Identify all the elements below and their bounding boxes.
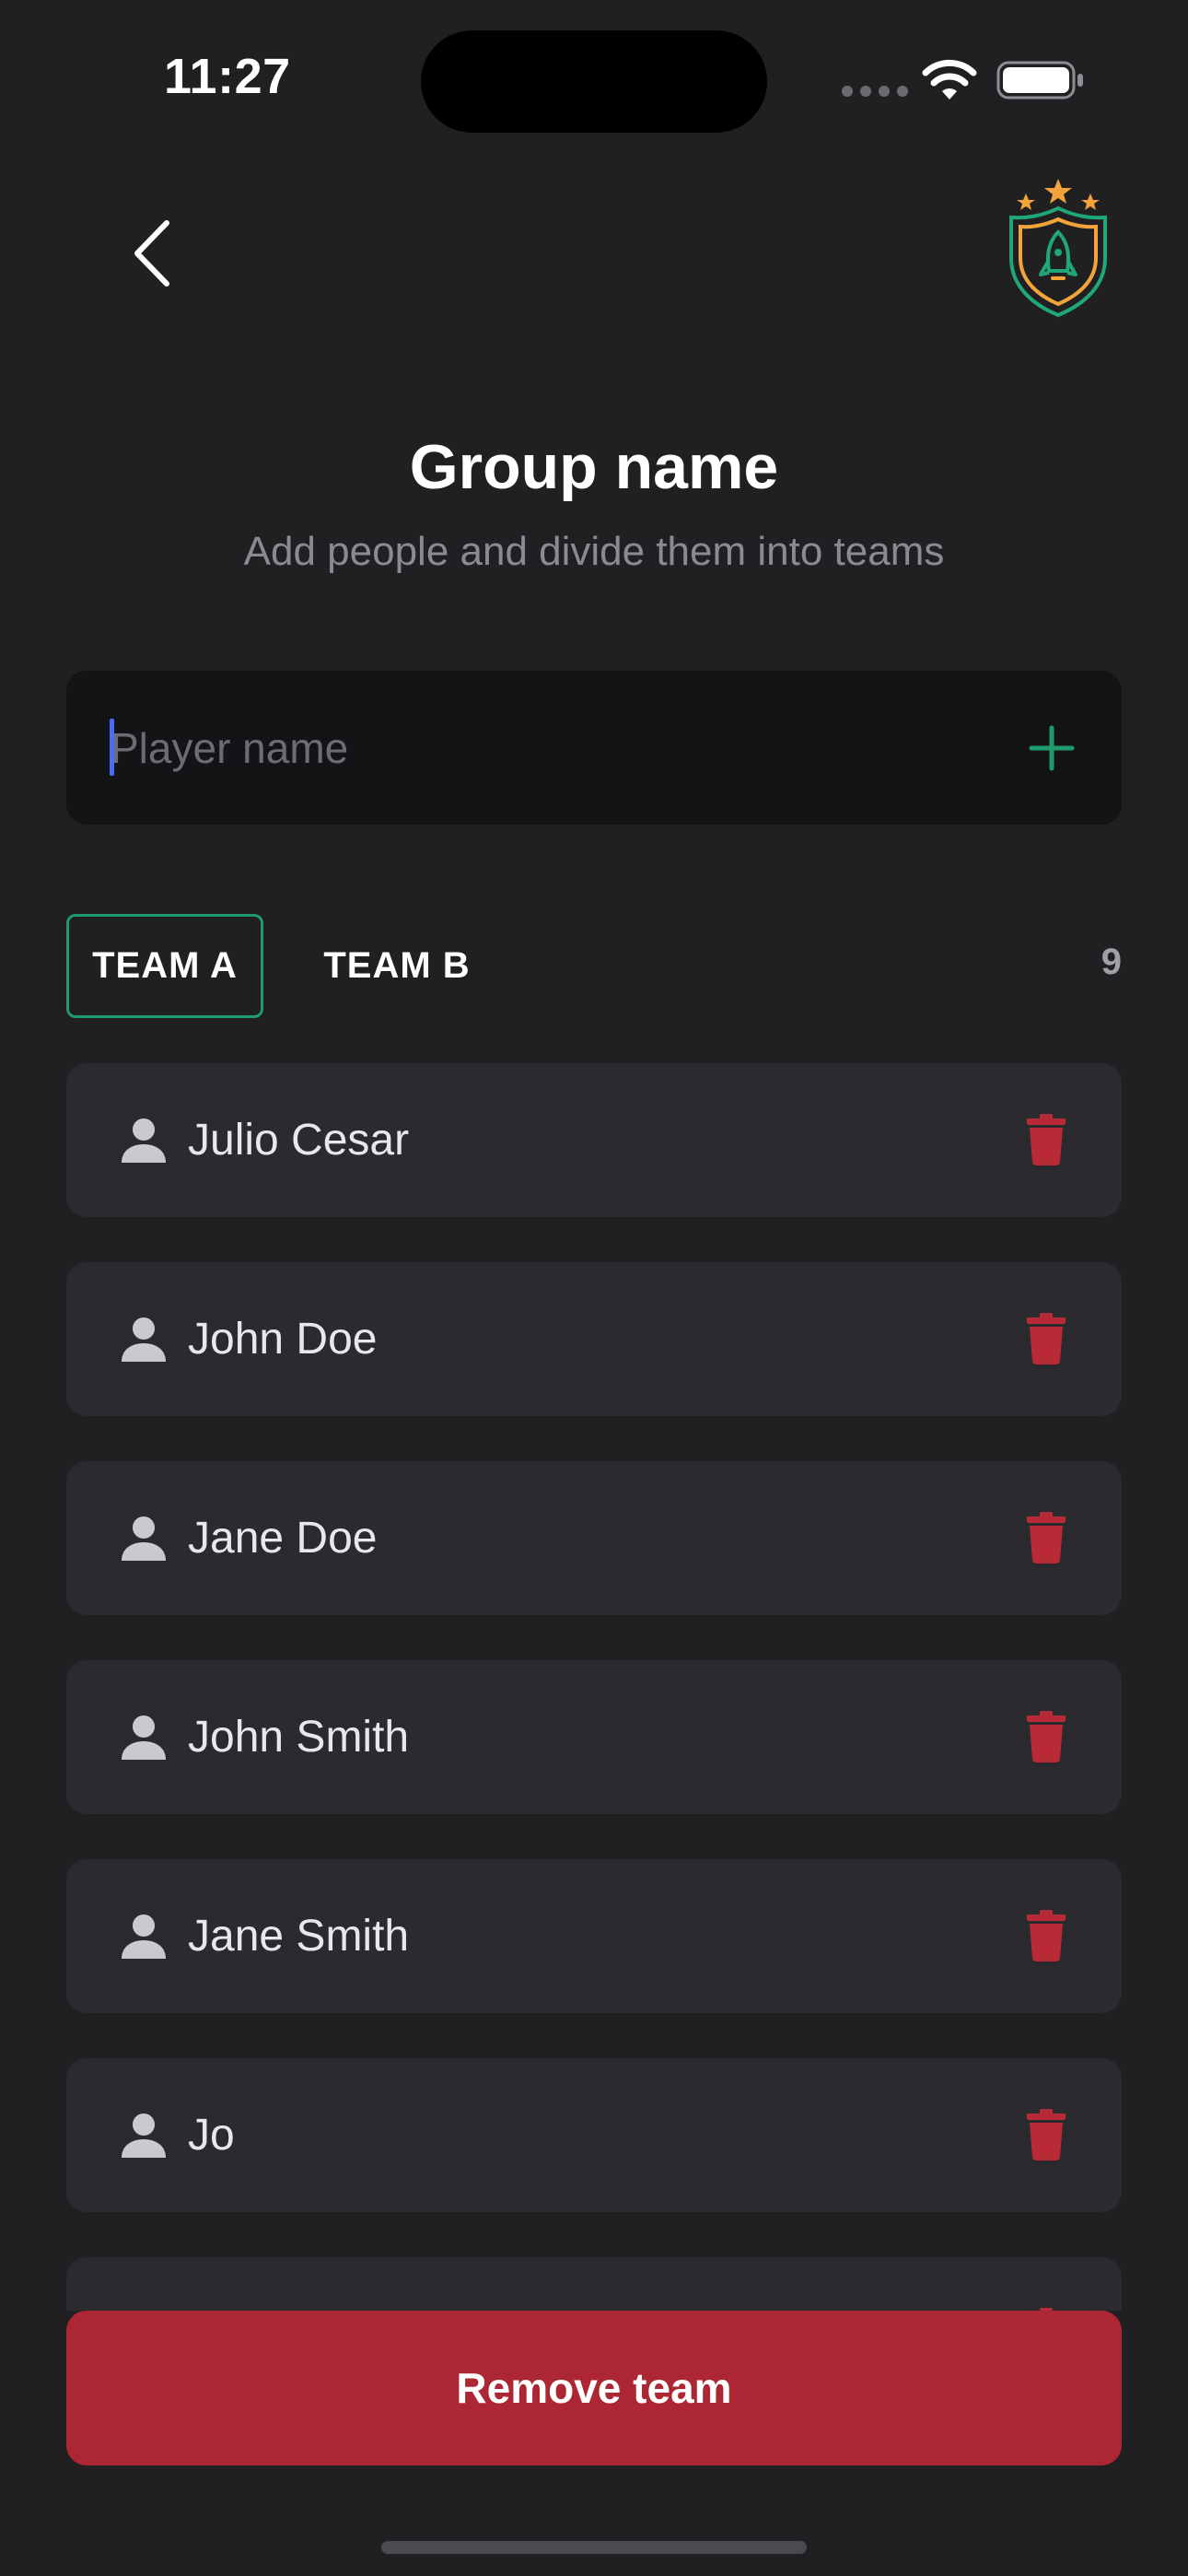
player-name: Julio Cesar: [188, 1116, 410, 1165]
delete-player-button[interactable]: [1017, 1507, 1076, 1568]
person-icon: [122, 1317, 166, 1362]
person-icon: [122, 2113, 166, 2158]
player-row: Jane Doe: [66, 1461, 1122, 1615]
delete-player-button[interactable]: [1017, 2303, 1076, 2311]
player-row: John Doe: [66, 1262, 1122, 1416]
player-name: Jo: [188, 2111, 235, 2160]
person-icon: [122, 1914, 166, 1959]
delete-player-button[interactable]: [1017, 1706, 1076, 1767]
cellular-signal-icon: [842, 86, 908, 97]
battery-icon: [996, 61, 1083, 100]
text-cursor: [110, 719, 114, 776]
remove-team-button[interactable]: Remove team: [66, 2311, 1122, 2465]
player-name: John Doe: [188, 1315, 378, 1364]
trash-icon: [1027, 2109, 1066, 2160]
dynamic-island: [421, 30, 767, 133]
tab-team-a[interactable]: TEAM A: [66, 914, 263, 1018]
player-row: [66, 2257, 1122, 2311]
tab-team-b[interactable]: TEAM B: [313, 914, 481, 1018]
player-name-input[interactable]: [111, 671, 939, 825]
status-time: 11:27: [164, 49, 291, 104]
person-icon: [122, 1715, 166, 1760]
player-row: John Smith: [66, 1660, 1122, 1814]
player-name: Jane Doe: [188, 1514, 378, 1563]
page-title: Group name: [409, 432, 779, 502]
add-player-button[interactable]: [1015, 711, 1089, 785]
back-button[interactable]: [120, 212, 184, 295]
trash-icon: [1027, 1313, 1066, 1364]
rocket-shield-badge-icon: [1009, 179, 1107, 318]
player-row: Julio Cesar: [66, 1063, 1122, 1217]
delete-player-button[interactable]: [1017, 2104, 1076, 2165]
trash-icon: [1027, 1512, 1066, 1563]
home-indicator[interactable]: [381, 2541, 807, 2554]
delete-player-button[interactable]: [1017, 1109, 1076, 1170]
trash-icon: [1027, 1711, 1066, 1762]
wifi-icon: [922, 59, 977, 100]
person-icon: [122, 1516, 166, 1561]
player-list[interactable]: Julio Cesar John Doe Jane Doe John Smith…: [66, 1063, 1122, 2311]
player-row: Jo: [66, 2058, 1122, 2212]
plus-icon: [1029, 725, 1075, 771]
player-name: Jane Smith: [188, 1912, 410, 1961]
player-row: Jane Smith: [66, 1859, 1122, 2013]
chevron-left-icon: [134, 220, 169, 287]
player-count: 9: [1101, 942, 1122, 982]
person-icon: [122, 1118, 166, 1163]
trash-icon: [1027, 1910, 1066, 1961]
player-name-field[interactable]: [66, 671, 1122, 825]
player-name: John Smith: [188, 1713, 410, 1762]
screen: 11:27 Group name Add people and divide t…: [0, 0, 1188, 2576]
delete-player-button[interactable]: [1017, 1905, 1076, 1966]
trash-icon: [1027, 1114, 1066, 1165]
page-subtitle: Add people and divide them into teams: [243, 529, 945, 574]
delete-player-button[interactable]: [1017, 1308, 1076, 1369]
